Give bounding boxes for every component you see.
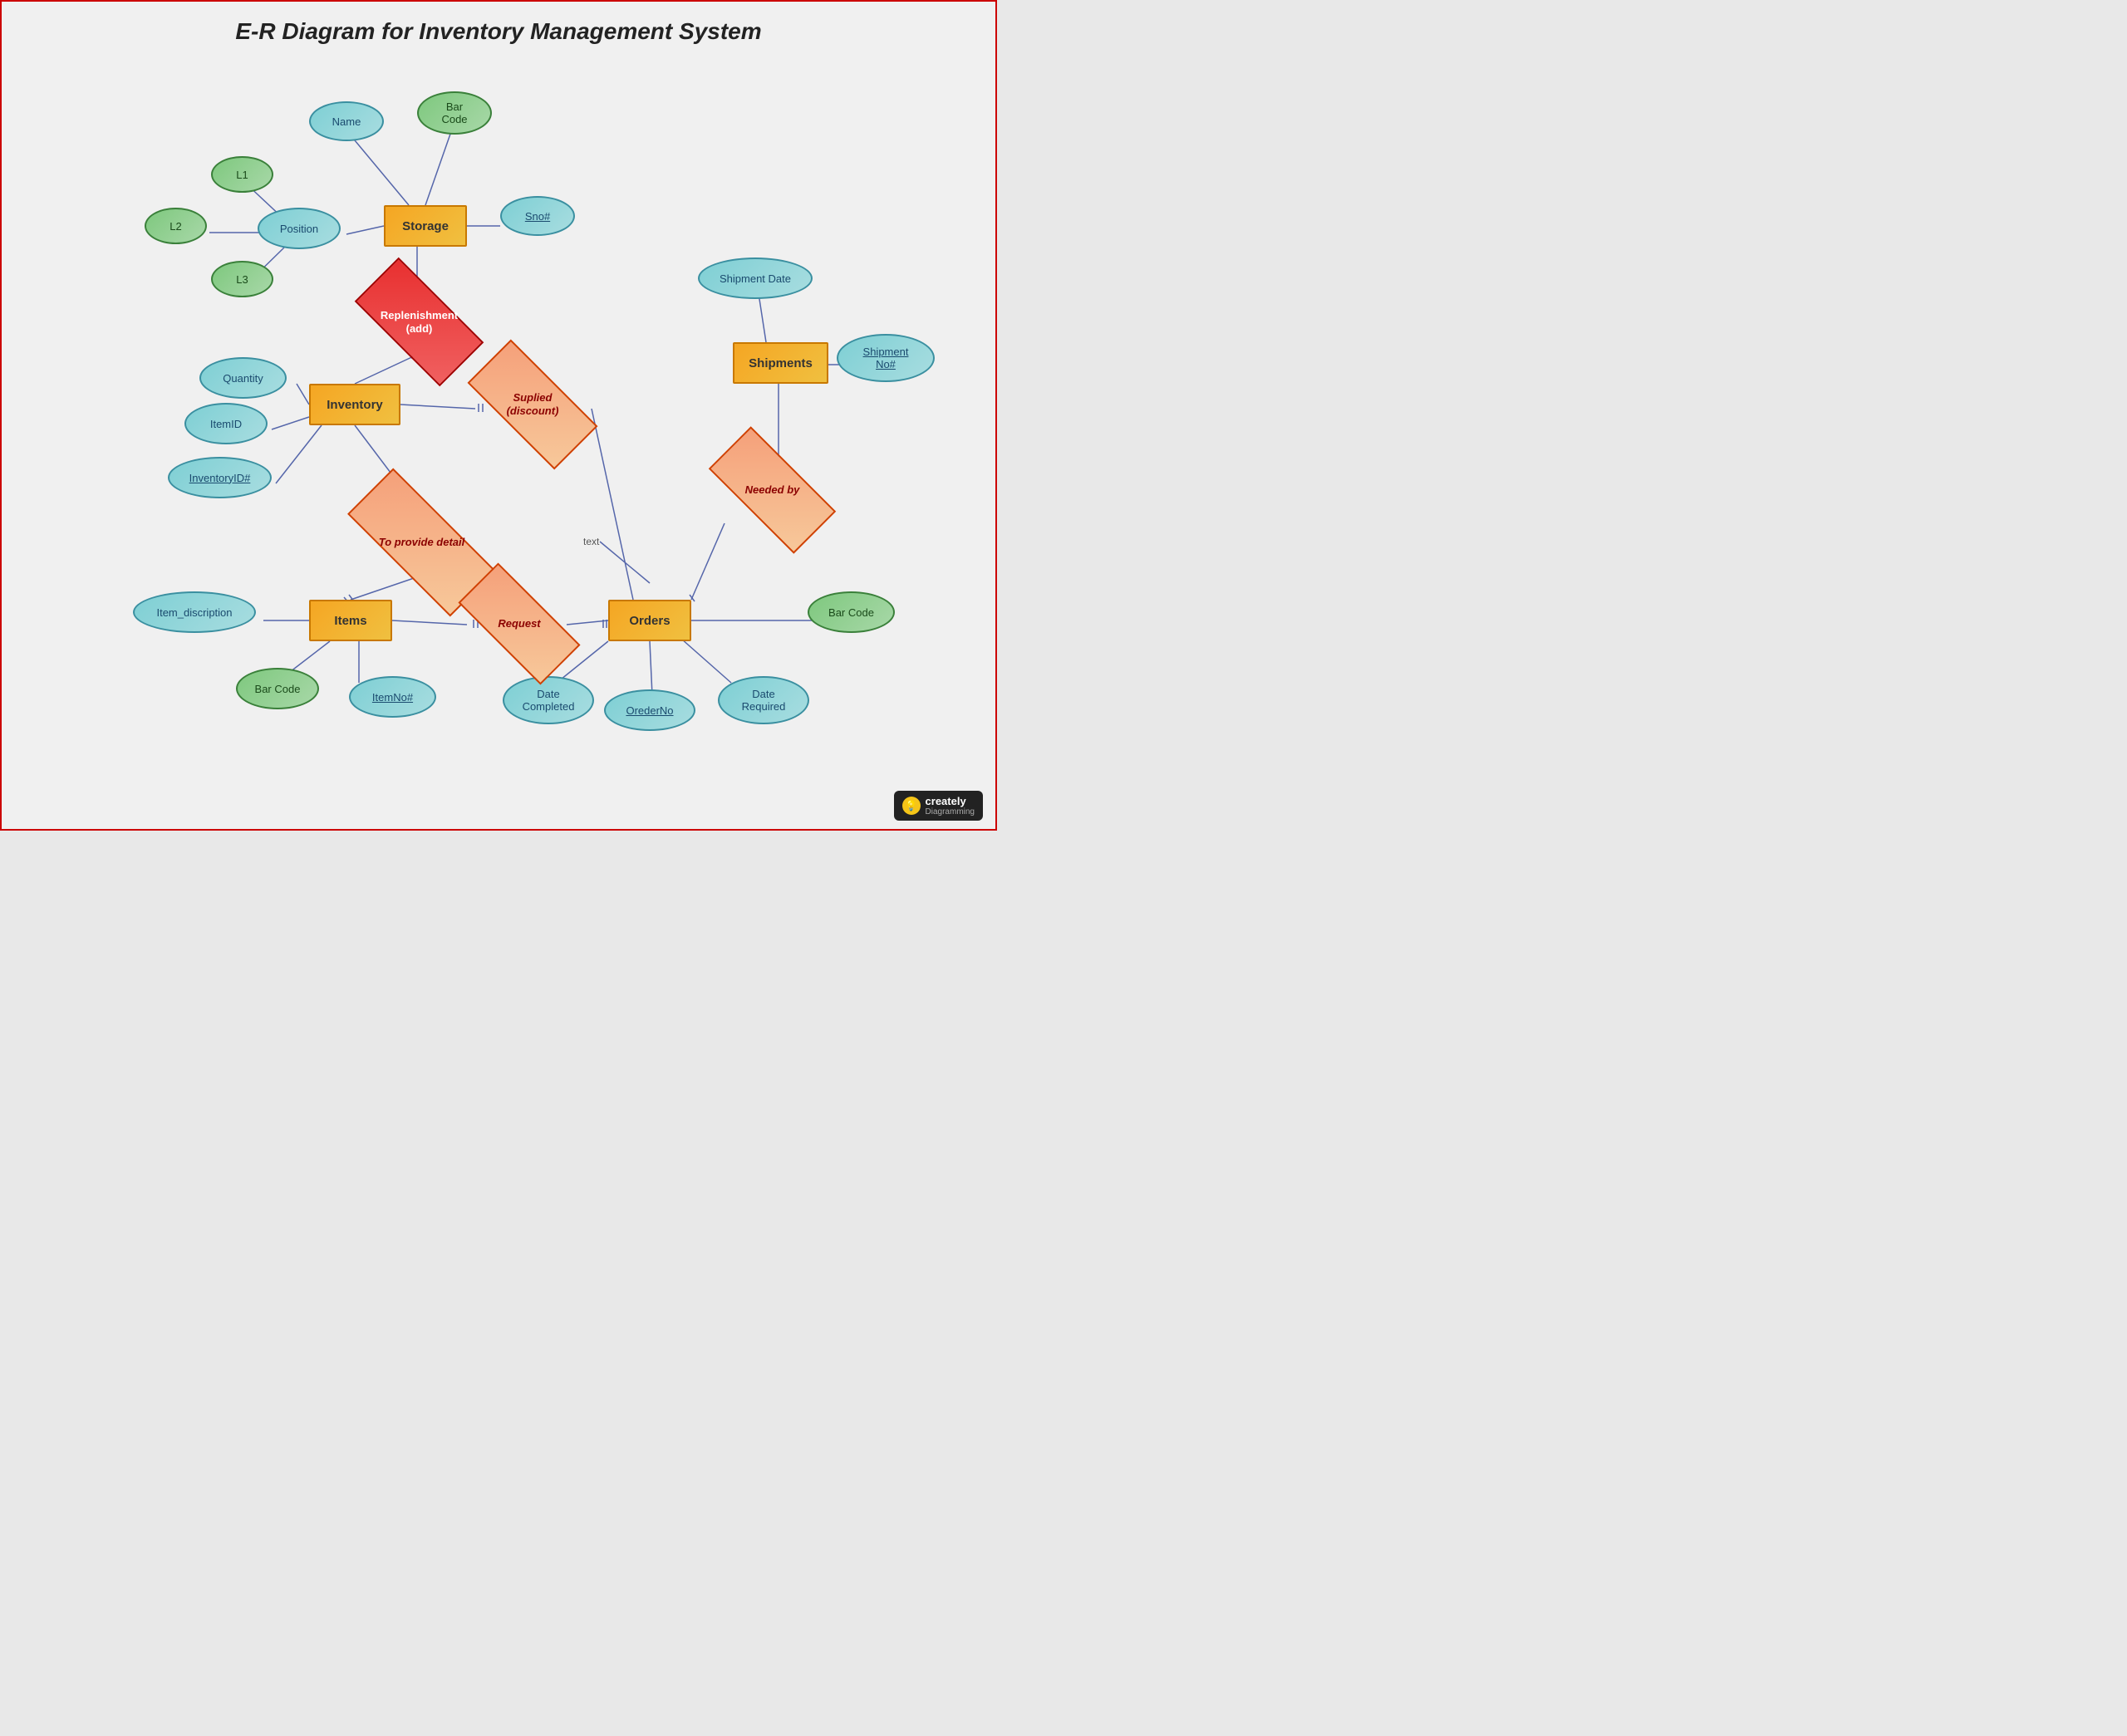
attr-itemno: ItemNo# [349,676,436,718]
entity-storage: Storage [384,205,467,247]
attr-sno: Sno# [500,196,575,236]
attr-inventoryid: InventoryID# [168,457,272,498]
text-label-text: text [583,536,599,547]
attr-l2: L2 [145,208,207,244]
attr-shipment-no: ShipmentNo# [837,334,935,382]
diagram-title: E-R Diagram for Inventory Management Sys… [2,2,995,53]
attr-l1: L1 [211,156,273,193]
entity-shipments: Shipments [733,342,828,384]
attr-position: Position [258,208,341,249]
attr-date-completed: DateCompleted [503,676,594,724]
attr-barcode-items: Bar Code [236,668,319,709]
rel-needed-by: Needed by [712,460,833,520]
entity-items: Items [309,600,392,641]
attr-quantity: Quantity [199,357,287,399]
entity-orders: Orders [608,600,691,641]
attr-barcode-orders: Bar Code [808,591,895,633]
attr-l3: L3 [211,261,273,297]
attr-item-desc: Item_discription [133,591,256,633]
attr-shipment-date: Shipment Date [698,257,813,299]
attr-barcode-storage: BarCode [417,91,492,135]
entity-inventory: Inventory [309,384,400,425]
attr-name: Name [309,101,384,141]
attr-date-required: DateRequired [718,676,809,724]
rel-request: Request [461,596,577,652]
rel-replenishment: Replenishment(add) [359,291,479,353]
rel-to-provide-detail: To provide detail [349,510,494,575]
diagram-container: E-R Diagram for Inventory Management Sys… [0,0,997,831]
logo-bulb-icon: 💡 [902,797,921,815]
creately-logo: 💡 creately Diagramming [894,791,983,821]
rel-supplied: Suplied(discount) [471,374,594,435]
attr-orderno: OrederNo [604,689,695,731]
attr-itemid: ItemID [184,403,268,444]
